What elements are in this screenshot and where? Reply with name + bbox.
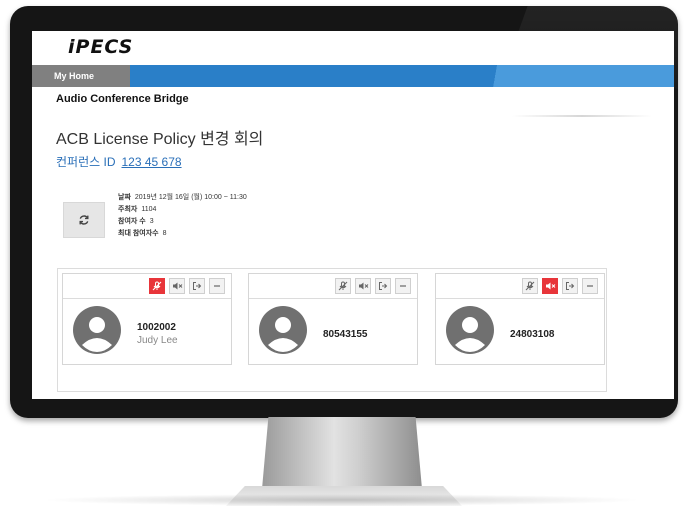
- minimize-button[interactable]: [209, 278, 225, 294]
- app-logo: iPECS: [68, 36, 134, 58]
- floor-shadow: [40, 494, 644, 506]
- minus-icon: [214, 285, 220, 287]
- avatar-icon: [73, 306, 121, 354]
- exit-button[interactable]: [375, 278, 391, 294]
- card-divider: [436, 298, 604, 299]
- exit-icon: [566, 282, 575, 290]
- conference-info: 날짜 2019년 12월 16일 (월) 10:00 ~ 11:30 주최자 110…: [118, 192, 247, 240]
- avatar-icon: [259, 306, 307, 354]
- card-toolbar: [335, 278, 411, 294]
- mic-mute-button[interactable]: [522, 278, 538, 294]
- speaker-mute-icon: [358, 282, 368, 290]
- conference-id-link[interactable]: 123 45 678: [122, 155, 182, 169]
- participant-name: Judy Lee: [137, 335, 178, 346]
- section-title: Audio Conference Bridge: [56, 93, 189, 105]
- refresh-icon: [79, 215, 89, 225]
- card-toolbar: [149, 278, 225, 294]
- mic-off-icon: [152, 281, 162, 291]
- monitor-stand-neck: [262, 417, 422, 489]
- title-divider: [512, 115, 652, 117]
- info-date-label: 날짜: [118, 194, 131, 201]
- monitor-screen: iPECS My Home Audio Conference Bridge AC…: [32, 31, 674, 399]
- exit-button[interactable]: [562, 278, 578, 294]
- minus-icon: [587, 285, 593, 287]
- info-max-label: 최대 참여자수: [118, 230, 159, 237]
- exit-button[interactable]: [189, 278, 205, 294]
- conference-id-label: 컨퍼런스 ID: [56, 155, 116, 169]
- participant-number: 24803108: [510, 329, 555, 340]
- participant-card-1: 1002002 Judy Lee: [62, 273, 232, 365]
- exit-icon: [379, 282, 388, 290]
- avatar-icon: [446, 306, 494, 354]
- info-participants-label: 참여자 수: [118, 218, 146, 225]
- nav-my-home[interactable]: My Home: [32, 65, 130, 87]
- info-host-label: 주최자: [118, 206, 138, 213]
- info-date-row: 날짜 2019년 12월 16일 (월) 10:00 ~ 11:30: [118, 192, 247, 204]
- mic-off-icon: [525, 281, 535, 291]
- mic-mute-button[interactable]: [149, 278, 165, 294]
- minus-icon: [400, 285, 406, 287]
- participant-number: 80543155: [323, 329, 368, 340]
- mic-mute-button[interactable]: [335, 278, 351, 294]
- info-participants-value: 3: [149, 218, 154, 225]
- exit-icon: [193, 282, 202, 290]
- info-date-value: 2019년 12월 16일 (월) 10:00 ~ 11:30: [134, 194, 247, 201]
- speaker-mute-button[interactable]: [355, 278, 371, 294]
- minimize-button[interactable]: [395, 278, 411, 294]
- card-divider: [63, 298, 231, 299]
- mic-off-icon: [338, 281, 348, 291]
- speaker-mute-button[interactable]: [169, 278, 185, 294]
- participant-number: 1002002: [137, 322, 176, 333]
- participant-card-2: 80543155: [248, 273, 418, 365]
- speaker-mute-icon: [172, 282, 182, 290]
- minimize-button[interactable]: [582, 278, 598, 294]
- info-max-value: 8: [162, 230, 167, 237]
- speaker-mute-button[interactable]: [542, 278, 558, 294]
- card-toolbar: [522, 278, 598, 294]
- conference-id-row: 컨퍼런스 ID 123 45 678: [56, 153, 182, 170]
- info-host-row: 주최자 1104: [118, 204, 247, 216]
- info-participants-row: 참여자 수3: [118, 216, 247, 228]
- participant-card-3: 24803108: [435, 273, 605, 365]
- refresh-button[interactable]: [63, 202, 105, 238]
- card-divider: [249, 298, 417, 299]
- monitor-bezel: iPECS My Home Audio Conference Bridge AC…: [10, 6, 678, 418]
- speaker-mute-icon: [545, 282, 555, 290]
- info-max-row: 최대 참여자수 8: [118, 228, 247, 240]
- conference-title: ACB License Policy 변경 회의: [56, 131, 264, 148]
- info-host-value: 1104: [141, 206, 157, 213]
